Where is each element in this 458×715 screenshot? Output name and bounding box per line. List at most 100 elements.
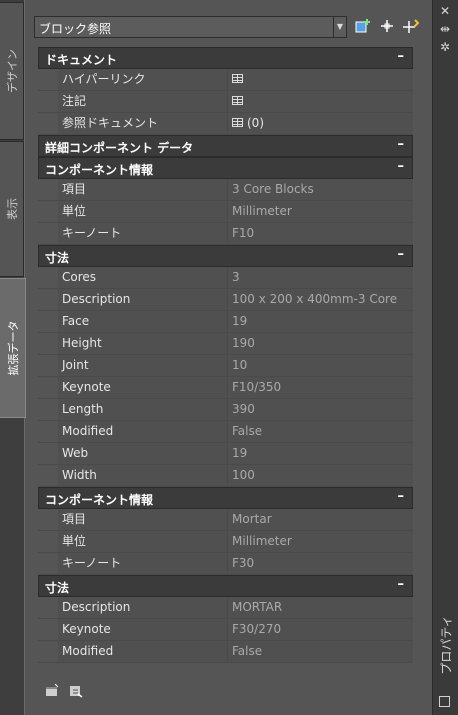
property-value-text: False — [232, 644, 263, 658]
property-value-text: 3 — [232, 270, 240, 284]
close-icon[interactable]: ✕ — [437, 4, 453, 18]
object-type-dropdown[interactable]: ブロック参照 ▼ — [34, 16, 347, 38]
property-value[interactable] — [228, 69, 413, 90]
property-value[interactable]: 100 — [228, 465, 413, 486]
edit-icon[interactable] — [69, 684, 83, 698]
property-value[interactable]: F10/350 — [228, 377, 413, 398]
property-value[interactable] — [228, 91, 413, 112]
property-value[interactable]: Millimeter — [228, 201, 413, 222]
property-name: ハイパーリンク — [58, 69, 228, 90]
select-objects-icon[interactable] — [378, 18, 396, 36]
collapse-icon[interactable]: – — [398, 49, 405, 64]
property-value[interactable]: (0) — [228, 113, 413, 134]
property-row[interactable]: Width 100 — [38, 465, 413, 487]
property-value[interactable]: 190 — [228, 333, 413, 354]
property-row[interactable]: Keynote F10/350 — [38, 377, 413, 399]
property-name: Keynote — [58, 377, 228, 398]
property-value[interactable]: 19 — [228, 443, 413, 464]
property-row[interactable]: ハイパーリンク — [38, 69, 413, 91]
collapse-icon[interactable]: – — [398, 159, 405, 174]
property-row[interactable]: 単位 Millimeter — [38, 531, 413, 553]
category-header[interactable]: 寸法 – — [38, 245, 413, 267]
property-value-text: (0) — [247, 116, 264, 130]
property-value[interactable]: False — [228, 641, 413, 662]
property-row[interactable]: 項目 Mortar — [38, 509, 413, 531]
palette-title-bar: ✕ ⇹ ✲ プロパティ — [433, 0, 458, 715]
category-header[interactable]: 寸法 – — [38, 575, 413, 597]
property-value[interactable]: F30 — [228, 553, 413, 574]
property-row[interactable]: 注記 — [38, 91, 413, 113]
property-value-text: F10 — [232, 226, 255, 240]
property-value[interactable]: MORTAR — [228, 597, 413, 618]
property-row[interactable]: Keynote F30/270 — [38, 619, 413, 641]
property-value[interactable]: 3 Core Blocks — [228, 179, 413, 200]
property-row[interactable]: Modified False — [38, 641, 413, 663]
property-value[interactable]: 390 — [228, 399, 413, 420]
table-icon[interactable] — [232, 118, 243, 127]
property-value-text: 3 Core Blocks — [232, 182, 314, 196]
property-value-text: F10/350 — [232, 380, 282, 394]
property-value[interactable]: 19 — [228, 311, 413, 332]
property-name: Modified — [58, 641, 228, 662]
property-row[interactable]: Cores 3 — [38, 267, 413, 289]
property-name: 項目 — [58, 179, 228, 200]
property-row[interactable]: Height 190 — [38, 333, 413, 355]
property-value[interactable]: Mortar — [228, 509, 413, 530]
property-name: Description — [58, 289, 228, 310]
property-value[interactable]: 10 — [228, 355, 413, 376]
auto-hide-icon[interactable]: ⇹ — [437, 22, 453, 36]
property-value[interactable]: False — [228, 421, 413, 442]
property-row[interactable]: キーノート F10 — [38, 223, 413, 245]
collapse-icon[interactable]: – — [398, 247, 405, 262]
property-name: Height — [58, 333, 228, 354]
property-row[interactable]: 単位 Millimeter — [38, 201, 413, 223]
property-name: Web — [58, 443, 228, 464]
tab-display-label: 表示 — [5, 198, 19, 220]
property-row[interactable]: Web 19 — [38, 443, 413, 465]
property-name: Face — [58, 311, 228, 332]
category-header[interactable]: コンポーネント情報 – — [38, 487, 413, 509]
property-row[interactable]: 項目 3 Core Blocks — [38, 179, 413, 201]
property-row[interactable]: Length 390 — [38, 399, 413, 421]
property-value-text: 19 — [232, 314, 248, 328]
property-row[interactable]: Modified False — [38, 421, 413, 443]
table-icon[interactable] — [232, 96, 243, 105]
property-value-text: 10 — [232, 358, 248, 372]
collapse-icon[interactable]: – — [398, 577, 405, 592]
property-row[interactable]: Face 19 — [38, 311, 413, 333]
table-icon[interactable] — [232, 74, 243, 83]
tab-extended-data-label: 拡張データ — [6, 320, 20, 376]
object-type-value: ブロック参照 — [39, 22, 112, 36]
category-label: 詳細コンポーネント データ — [45, 141, 194, 155]
category-label: コンポーネント情報 — [45, 493, 154, 507]
category-label: コンポーネント情報 — [45, 163, 154, 177]
tab-design[interactable]: デザイン — [0, 2, 24, 140]
tab-extended-data[interactable]: 拡張データ — [0, 278, 26, 418]
category-header[interactable]: 詳細コンポーネント データ – — [38, 135, 413, 157]
property-value[interactable]: Millimeter — [228, 531, 413, 552]
collapse-icon[interactable]: – — [398, 489, 405, 504]
palette-title: プロパティ — [433, 600, 458, 690]
tab-display[interactable]: 表示 — [0, 141, 24, 277]
collapse-icon[interactable]: – — [398, 137, 405, 152]
property-value-text: MORTAR — [232, 600, 283, 614]
property-value-text: 100 — [232, 468, 255, 482]
property-value[interactable]: 100 x 200 x 400mm-3 Core — [228, 289, 413, 310]
property-row[interactable]: Description 100 x 200 x 400mm-3 Core — [38, 289, 413, 311]
new-item-icon[interactable] — [45, 683, 59, 698]
property-row[interactable]: 参照ドキュメント (0) — [38, 113, 413, 135]
property-row[interactable]: Description MORTAR — [38, 597, 413, 619]
property-value[interactable]: F10 — [228, 223, 413, 244]
property-name: キーノート — [58, 553, 228, 574]
category-header[interactable]: コンポーネント情報 – — [38, 157, 413, 179]
property-row[interactable]: Joint 10 — [38, 355, 413, 377]
property-name: 注記 — [58, 91, 228, 112]
quick-select-icon[interactable] — [402, 18, 420, 36]
category-header[interactable]: ドキュメント – — [38, 47, 413, 69]
property-value[interactable]: 3 — [228, 267, 413, 288]
settings-icon[interactable]: ✲ — [437, 40, 453, 54]
palette-menu-icon[interactable] — [439, 696, 450, 707]
property-row[interactable]: キーノート F30 — [38, 553, 413, 575]
property-value[interactable]: F30/270 — [228, 619, 413, 640]
add-to-selection-icon[interactable] — [354, 18, 372, 36]
